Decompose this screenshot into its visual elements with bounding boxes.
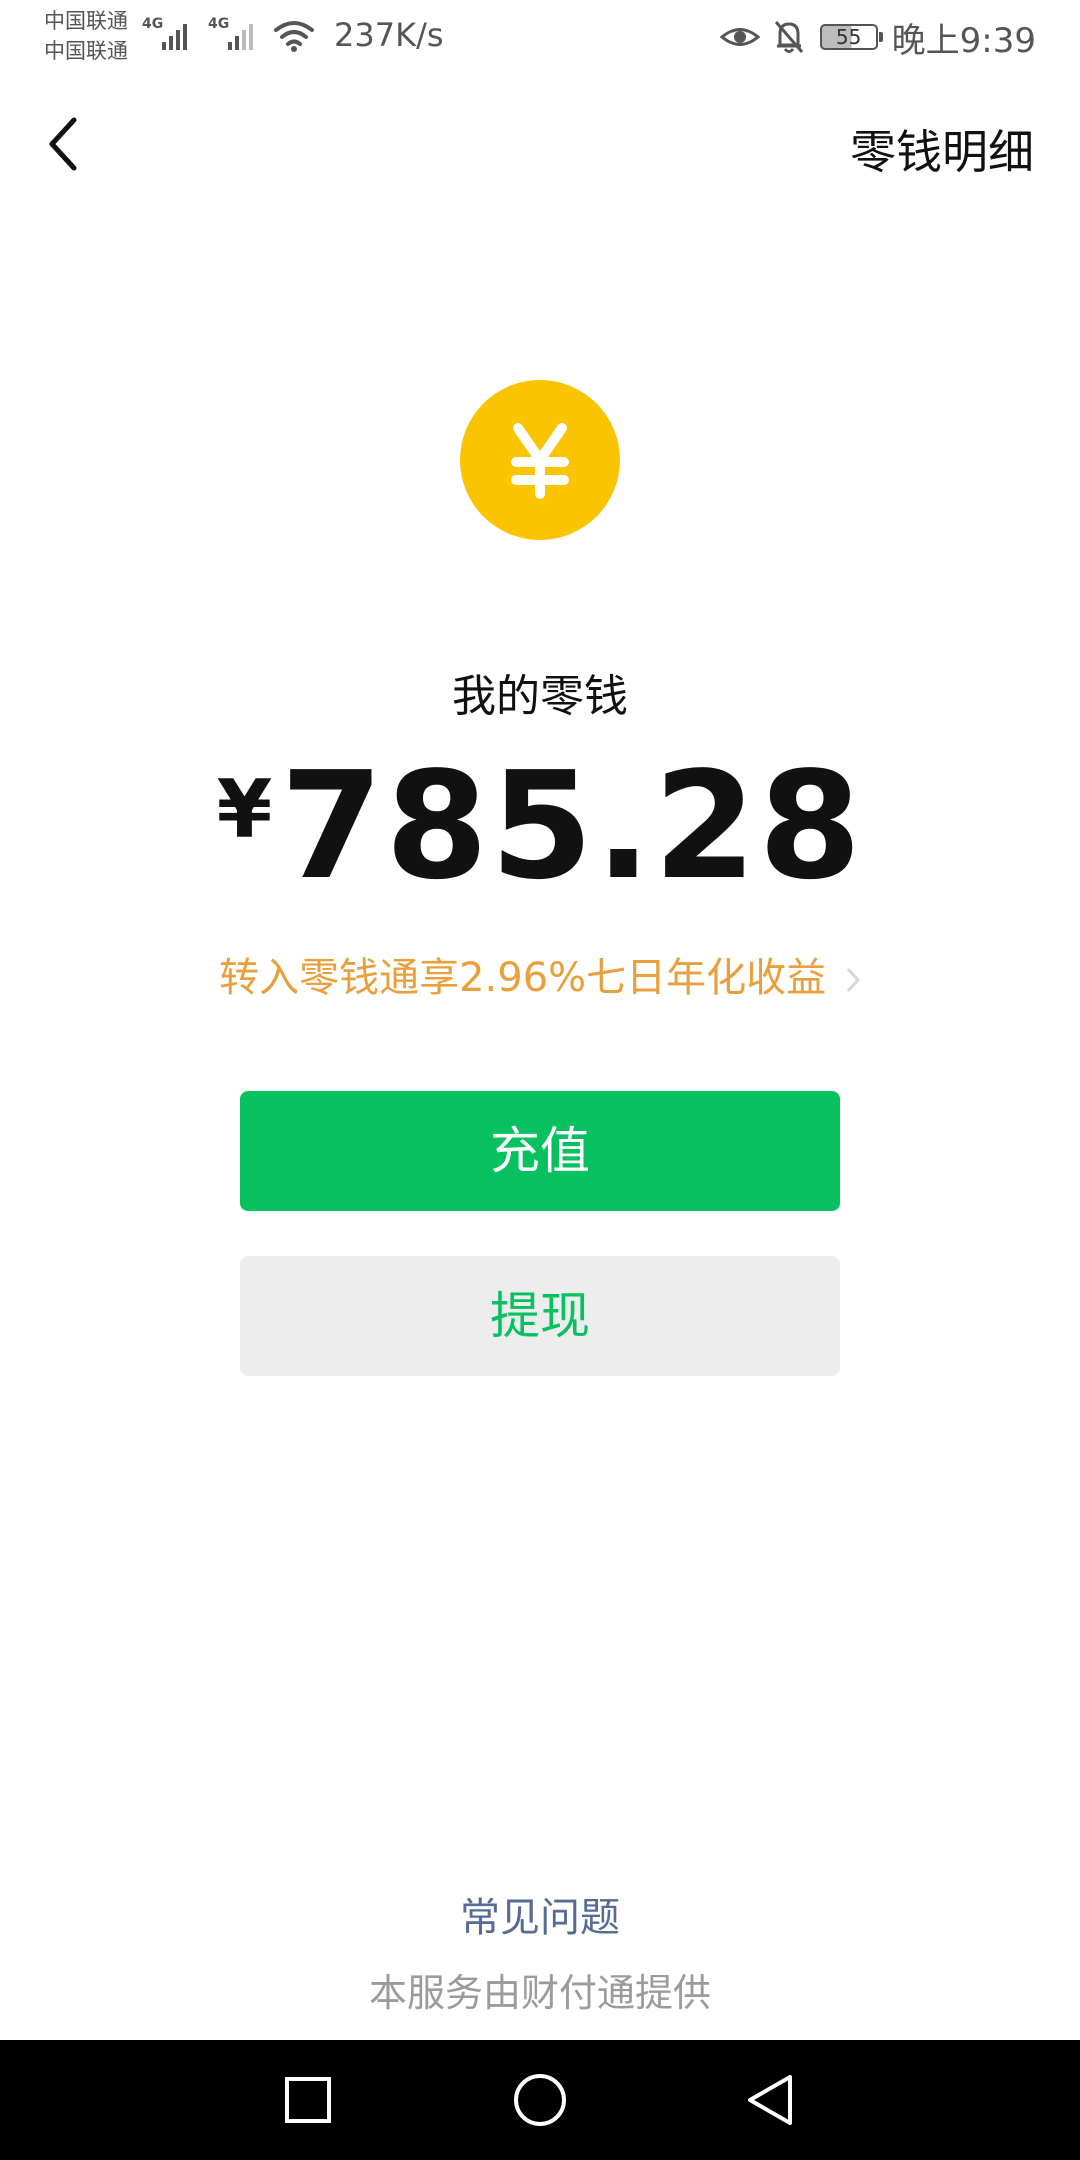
balance-amount: ¥785.28 — [0, 740, 1080, 912]
network-speed: 237K/s — [334, 16, 444, 54]
network-type-1: 4G — [142, 16, 164, 32]
withdraw-button[interactable]: 提现 — [240, 1256, 840, 1376]
wallet-screen: 中国联通 中国联通 4G 4G 237K/s 55 晚上9:39 零钱明细 我的… — [0, 0, 1080, 2160]
square-icon[interactable] — [278, 2070, 338, 2130]
carrier-info: 中国联通 中国联通 — [44, 6, 128, 66]
signal-1-icon: 4G — [142, 16, 204, 60]
balance-label: 我的零钱 — [452, 671, 628, 722]
clock-time: 晚上9:39 — [891, 20, 1036, 61]
battery-icon: 55 — [819, 24, 883, 50]
chevron-right-icon — [846, 967, 860, 993]
recharge-button[interactable]: 充值 — [240, 1091, 840, 1211]
bell-off-icon — [774, 21, 803, 53]
balance-value: 785.28 — [280, 740, 864, 912]
balance-details-link[interactable]: 零钱明细 — [850, 116, 1034, 182]
currency-symbol: ¥ — [216, 763, 273, 856]
status-right-group: 55 晚上9:39 — [719, 12, 1036, 62]
triangle-back-icon[interactable] — [742, 2070, 802, 2130]
yen-coin-icon — [460, 380, 620, 540]
eye-icon — [719, 28, 760, 46]
system-nav-bar — [0, 2040, 1080, 2160]
carrier-1: 中国联通 — [44, 9, 128, 33]
wifi-icon — [274, 21, 314, 52]
back-arrow-icon[interactable] — [36, 108, 96, 180]
promo-link[interactable]: 转入零钱通享2.96%七日年化收益 — [0, 945, 1080, 1003]
faq-link[interactable]: 常见问题 — [0, 1885, 1080, 1943]
status-bar: 中国联通 中国联通 4G 4G 237K/s 55 晚上9:39 — [0, 0, 1080, 72]
carrier-2: 中国联通 — [44, 39, 128, 63]
provider-note: 本服务由财付通提供 — [368, 1971, 711, 2015]
signal-2-icon: 4G — [208, 16, 270, 60]
network-type-2: 4G — [208, 16, 230, 32]
circle-icon[interactable] — [510, 2070, 570, 2130]
promo-text: 转入零钱通享2.96%七日年化收益 — [219, 955, 827, 1001]
